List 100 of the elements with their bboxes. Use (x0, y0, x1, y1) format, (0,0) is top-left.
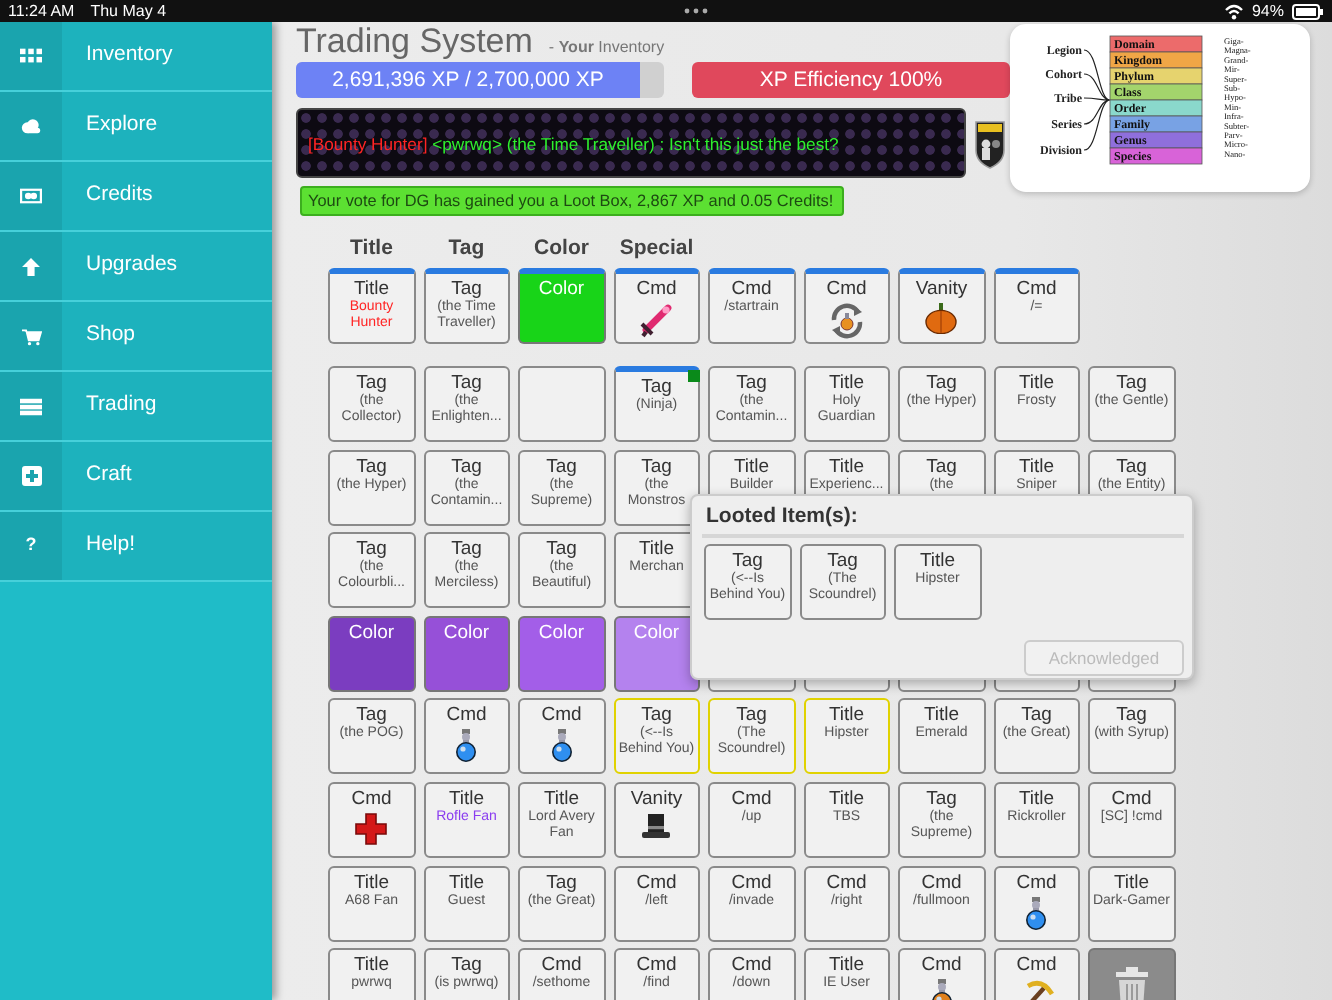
item-type: Title (1018, 455, 1055, 478)
notification-alert: Your vote for DG has gained you a Loot Box, 2,867 XP and 0.05 Credits! (300, 186, 844, 216)
xp-efficiency-bar: XP Efficiency 100% (692, 62, 1010, 98)
battery-text: 94% (1251, 0, 1284, 22)
item-type: Tag (734, 372, 769, 394)
item-type: Title (351, 954, 392, 977)
item-type: Title (446, 871, 487, 894)
top-hat-icon (640, 811, 673, 840)
color-label: Color (631, 621, 682, 644)
item-type: Cmd (729, 787, 774, 810)
item-type: Tag (926, 372, 957, 394)
item-type: Tag (924, 455, 959, 478)
color-slot[interactable]: Color (518, 615, 605, 692)
cart-icon (21, 327, 41, 345)
item-type: Tag (1116, 372, 1147, 394)
item-type: Vanity (628, 787, 685, 810)
color-slot[interactable]: Color (423, 615, 510, 692)
battery-icon (1292, 3, 1324, 19)
item-type: Cmd (824, 278, 869, 300)
item-type: Cmd (921, 871, 962, 894)
item-type: Cmd (349, 787, 394, 810)
plus-icon (21, 466, 41, 486)
item-type: Title (638, 538, 675, 561)
item-slot[interactable]: Vanity (898, 268, 985, 344)
item-type: Title (828, 704, 865, 727)
item-type: Tag (639, 455, 674, 478)
page-title: Trading System (296, 22, 533, 60)
item-type: Cmd (1014, 954, 1059, 977)
cloud-icon (20, 118, 42, 134)
item-type: Tag (641, 376, 672, 398)
item-type: Cmd (824, 871, 869, 894)
list-icon (20, 397, 42, 415)
clock-text: 11:24 AM (8, 0, 75, 22)
item-type: Title (1016, 372, 1057, 394)
color-slot[interactable]: Color (328, 615, 415, 692)
item-slot[interactable]: Cmd (328, 781, 415, 858)
item-type: Cmd (731, 278, 772, 300)
item-type: Title (351, 871, 392, 894)
item-slot[interactable]: Cmd (898, 948, 985, 1000)
connector-lines (1083, 49, 1111, 151)
item-type: Cmd (541, 954, 582, 977)
item-type: Cmd (729, 954, 774, 977)
item-slot[interactable]: Cmd (518, 698, 605, 775)
item-slot[interactable]: Cmd (993, 865, 1080, 942)
item-type: Tag (639, 704, 672, 727)
item-type: Vanity (913, 278, 970, 300)
banknote-icon (20, 188, 42, 204)
page-subtitle: - Your Inventory (548, 36, 665, 60)
item-type: Tag (449, 455, 484, 478)
item-type: Tag (449, 954, 482, 977)
item-slot[interactable]: Cmd (803, 268, 890, 344)
item-type: Tag (451, 278, 482, 300)
cross-icon (354, 811, 389, 846)
item-type: Cmd (731, 871, 772, 894)
recycle-icon (827, 302, 866, 340)
item-type: Tag (449, 372, 484, 394)
item-slot[interactable]: Vanity (613, 781, 700, 858)
color-label: Color (346, 621, 397, 644)
item-type: Cmd (1014, 278, 1059, 300)
column-header: Title (348, 236, 395, 260)
item-type: Tag (354, 372, 389, 394)
item-type: Title (733, 455, 770, 478)
item-type: Cmd (919, 954, 964, 977)
column-header: Special (617, 236, 696, 260)
item-type: Tag (354, 538, 389, 561)
color-label: Color (536, 621, 587, 644)
item-type: Cmd (634, 871, 679, 894)
pumpkin-icon (924, 302, 959, 334)
date-text: Thu May 4 (90, 0, 167, 22)
item-type: Title (826, 372, 867, 394)
item-slot[interactable]: Cmd (423, 698, 510, 775)
item-type: Tag (1021, 704, 1052, 727)
grid-icon (20, 48, 42, 64)
item-type: Title (826, 787, 867, 810)
item-type: Tag (356, 704, 387, 727)
item-type: Tag (924, 787, 959, 810)
item-type: Tag (356, 455, 387, 478)
column-header: Tag (446, 236, 487, 260)
item-type: Tag (449, 538, 484, 561)
item-type: Tag (734, 704, 769, 727)
item-slot[interactable]: Cmd (613, 268, 700, 344)
item-type: Title (351, 278, 392, 300)
item-slot[interactable]: Cmd (993, 948, 1080, 1000)
item-type: Cmd (1014, 871, 1059, 894)
item-type: Cmd (444, 704, 489, 727)
item-type: Tag (544, 455, 579, 478)
item-type: Title (923, 704, 960, 727)
item-type: Title (828, 954, 865, 977)
item-type: Cmd (634, 954, 679, 977)
item-type: Tag (730, 550, 763, 572)
item-type: Tag (1116, 704, 1147, 727)
item-type: Title (1113, 871, 1150, 894)
help-icon: ? (25, 532, 37, 560)
item-type: Title (1018, 787, 1055, 810)
message-banner: [Bounty Hunter] <pwrwq> (the Time Traveller) : Isn't this just the best? (296, 108, 966, 178)
item-type: Cmd (634, 278, 679, 300)
color-label: Color (441, 621, 492, 644)
shield-icon (974, 117, 1006, 169)
item-type: Tag (546, 871, 577, 894)
sword-icon (638, 302, 675, 338)
